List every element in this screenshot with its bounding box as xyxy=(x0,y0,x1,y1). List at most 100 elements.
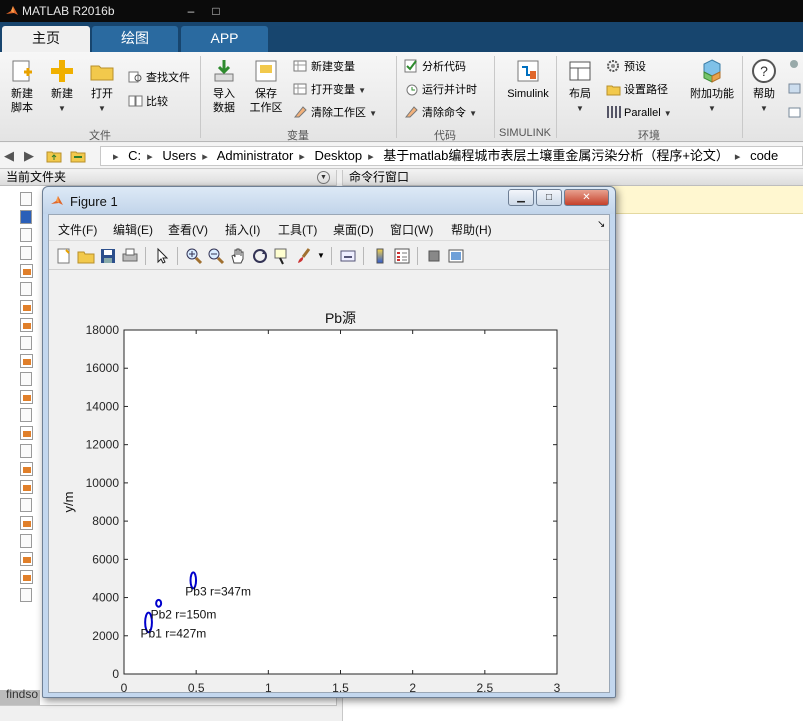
file-list-item[interactable] xyxy=(20,498,36,512)
file-list-item[interactable] xyxy=(20,372,36,386)
maximize-button[interactable]: □ xyxy=(205,3,227,19)
pb-source-chart[interactable]: 0 2000 4000 6000 8000 10000 12000 14000 16000 180… xyxy=(49,271,609,692)
axes-box[interactable] xyxy=(123,329,558,675)
file-list-item[interactable] xyxy=(20,264,36,278)
analyze-code-button[interactable]: 分析代码 xyxy=(404,58,466,76)
run-and-time-button[interactable]: 运行并计时 xyxy=(404,81,477,99)
zoom-out-icon[interactable] xyxy=(207,247,225,265)
open-variable-button[interactable]: 打开变量 ▼ xyxy=(293,81,366,99)
new-figure-icon[interactable] xyxy=(55,247,73,265)
breadcrumb-code[interactable]: code xyxy=(750,148,778,163)
link-plot-icon[interactable] xyxy=(339,247,357,265)
open-variable-dropdown-icon[interactable]: ▼ xyxy=(358,86,366,95)
figure-maximize-button[interactable]: □ xyxy=(536,189,562,206)
simulink-button[interactable]: Simulink xyxy=(500,58,556,101)
tab-home[interactable]: 主页 xyxy=(2,26,90,52)
clear-commands-dropdown-icon[interactable]: ▼ xyxy=(469,109,477,118)
breadcrumb-administrator[interactable]: Administrator xyxy=(217,148,294,163)
figure-minimize-button[interactable]: ▁ xyxy=(508,189,534,206)
pan-hand-icon[interactable] xyxy=(229,247,247,265)
file-list-item[interactable] xyxy=(20,390,36,404)
minimize-button[interactable]: – xyxy=(180,3,202,19)
new-button[interactable]: 新建 ▼ xyxy=(44,58,80,116)
layout-button[interactable]: 布局 ▼ xyxy=(562,58,598,116)
file-list-item[interactable] xyxy=(20,300,36,314)
file-list-item[interactable] xyxy=(20,462,36,476)
breadcrumb-drive[interactable]: C: xyxy=(128,148,141,163)
zoom-in-icon[interactable] xyxy=(185,247,203,265)
parallel-button[interactable]: Parallel ▼ xyxy=(606,104,672,122)
file-list-item[interactable] xyxy=(20,552,36,566)
help-dropdown-icon[interactable]: ▼ xyxy=(760,104,768,113)
save-figure-icon[interactable] xyxy=(99,247,117,265)
plot-area[interactable]: 0 2000 4000 6000 8000 10000 12000 14000 16000 180… xyxy=(49,271,609,692)
menu-window[interactable]: 窗口(W) xyxy=(390,221,433,238)
open-file-icon[interactable] xyxy=(77,247,95,265)
figure-titlebar[interactable]: Figure 1 ▁ □ ✕ xyxy=(43,187,615,214)
file-list-item[interactable] xyxy=(20,516,36,530)
file-list-item[interactable] xyxy=(20,408,36,422)
new-script-button[interactable]: 新建 脚本 xyxy=(4,58,40,115)
tab-plots[interactable]: 绘图 xyxy=(92,26,178,52)
file-list-item[interactable] xyxy=(20,246,36,260)
compare-button[interactable]: 比较 xyxy=(128,93,168,111)
layout-dropdown-icon[interactable]: ▼ xyxy=(576,104,584,113)
print-figure-icon[interactable] xyxy=(121,247,139,265)
forward-arrow-icon[interactable]: ▶ xyxy=(24,148,34,164)
menu-insert[interactable]: 插入(I) xyxy=(225,221,260,238)
file-list-item[interactable] xyxy=(20,210,36,224)
save-workspace-button[interactable]: 保存 工作区 xyxy=(246,58,286,115)
back-arrow-icon[interactable]: ◀ xyxy=(4,148,14,164)
breadcrumb-desktop[interactable]: Desktop xyxy=(314,148,362,163)
file-list-item[interactable] xyxy=(20,570,36,584)
preferences-button[interactable]: 预设 xyxy=(606,58,646,76)
file-list-item[interactable] xyxy=(20,588,36,602)
brush-dropdown-icon[interactable]: ▼ xyxy=(317,251,325,260)
insert-colorbar-icon[interactable] xyxy=(371,247,389,265)
addons-button[interactable]: 附加功能 ▼ xyxy=(686,58,738,116)
clear-workspace-button[interactable]: 清除工作区 ▼ xyxy=(293,104,377,122)
figure-window[interactable]: Figure 1 ▁ □ ✕ 文件(F) 编辑(E) 查看(V) 插入(I) 工… xyxy=(42,186,616,698)
file-list-item[interactable] xyxy=(20,426,36,440)
rotate-3d-icon[interactable] xyxy=(251,247,269,265)
find-files-button[interactable]: 查找文件 xyxy=(128,69,190,87)
browse-folder-icon[interactable] xyxy=(70,148,86,163)
menu-tools[interactable]: 工具(T) xyxy=(278,221,317,238)
file-list-item[interactable] xyxy=(20,336,36,350)
open-button[interactable]: 打开 ▼ xyxy=(84,58,120,116)
file-list-item[interactable] xyxy=(20,192,36,206)
import-data-button[interactable]: 导入 数据 xyxy=(206,58,242,115)
clear-commands-button[interactable]: 清除命令 ▼ xyxy=(404,104,477,122)
open-dropdown-icon[interactable]: ▼ xyxy=(98,104,106,113)
panel-menu-icon[interactable]: ▼ xyxy=(317,171,330,184)
set-path-button[interactable]: 设置路径 xyxy=(606,81,668,99)
help-button[interactable]: ? 帮助 ▼ xyxy=(748,58,780,116)
file-list-item[interactable] xyxy=(20,282,36,296)
file-list-item[interactable] xyxy=(20,228,36,242)
new-variable-button[interactable]: 新建变量 xyxy=(293,58,355,76)
hide-plot-tools-icon[interactable] xyxy=(425,247,443,265)
file-list-item[interactable] xyxy=(20,480,36,494)
file-list-item[interactable] xyxy=(20,354,36,368)
menubar-dock-arrow-icon[interactable]: ↘ xyxy=(597,219,605,230)
breadcrumb[interactable]: ▸ C: ▸ Users ▸ Administrator ▸ Desktop ▸ 基于m… xyxy=(100,146,803,166)
clear-workspace-dropdown-icon[interactable]: ▼ xyxy=(369,109,377,118)
breadcrumb-users[interactable]: Users xyxy=(162,148,196,163)
file-list-item[interactable] xyxy=(20,534,36,548)
figure-close-button[interactable]: ✕ xyxy=(564,189,609,206)
menu-desktop[interactable]: 桌面(D) xyxy=(333,221,374,238)
menu-view[interactable]: 查看(V) xyxy=(168,221,208,238)
insert-legend-icon[interactable] xyxy=(393,247,411,265)
community-icons[interactable] xyxy=(787,58,801,128)
breadcrumb-project-folder[interactable]: 基于matlab编程城市表层土壤重金属污染分析（程序+论文） xyxy=(383,148,729,163)
up-folder-icon[interactable] xyxy=(46,148,62,163)
file-list-item[interactable] xyxy=(20,444,36,458)
menu-help[interactable]: 帮助(H) xyxy=(451,221,492,238)
parallel-dropdown-icon[interactable]: ▼ xyxy=(664,109,672,118)
tab-apps[interactable]: APP xyxy=(181,26,268,52)
addons-dropdown-icon[interactable]: ▼ xyxy=(708,104,716,113)
menu-file[interactable]: 文件(F) xyxy=(58,221,97,238)
show-plot-tools-icon[interactable] xyxy=(447,247,465,265)
new-dropdown-icon[interactable]: ▼ xyxy=(58,104,66,113)
pointer-icon[interactable] xyxy=(153,247,171,265)
